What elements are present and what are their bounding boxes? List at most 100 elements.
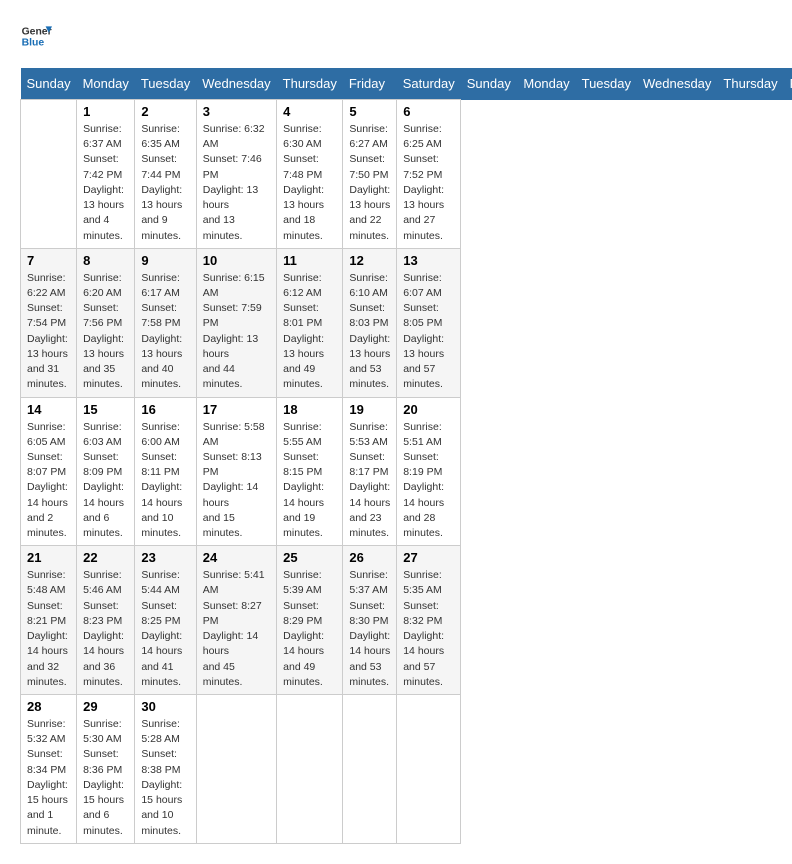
calendar-cell: 13 Sunrise: 6:07 AMSunset: 8:05 PMDayligh…: [397, 248, 461, 397]
calendar-cell: 29Sunrise: 5:30 AMSunset: 8:36 PMDayligh…: [77, 695, 135, 844]
calendar-cell: [343, 695, 397, 844]
day-number: 4: [283, 104, 336, 119]
calendar-cell: 28 Sunrise: 5:32 AMSunset: 8:34 PMDayligh…: [21, 695, 77, 844]
calendar-cell: 16 Sunrise: 6:00 AMSunset: 8:11 PMDayligh…: [135, 397, 196, 546]
day-info: Sunrise: 6:30 AMSunset: 7:48 PMDaylight:…: [283, 122, 336, 244]
day-info: Sunrise: 5:58 AMSunset: 8:13 PMDaylight:…: [203, 420, 270, 542]
day-info: Sunrise: 6:10 AMSunset: 8:03 PMDaylight:…: [349, 271, 390, 393]
week-row-1: 1 Sunrise: 6:37 AMSunset: 7:42 PMDaylight…: [21, 100, 792, 249]
day-info: Sunrise: 6:07 AMSunset: 8:05 PMDaylight:…: [403, 271, 454, 393]
calendar-cell: [21, 100, 77, 249]
calendar-cell: 6Sunrise: 6:25 AMSunset: 7:52 PMDaylight…: [397, 100, 461, 249]
calendar-cell: 7 Sunrise: 6:22 AMSunset: 7:54 PMDaylight…: [21, 248, 77, 397]
day-number: 2: [141, 104, 189, 119]
day-info: Sunrise: 6:22 AMSunset: 7:54 PMDaylight:…: [27, 271, 70, 393]
day-number: 15: [83, 402, 128, 417]
day-number: 19: [349, 402, 390, 417]
day-number: 7: [27, 253, 70, 268]
calendar-cell: 17 Sunrise: 5:58 AMSunset: 8:13 PMDayligh…: [196, 397, 276, 546]
day-info: Sunrise: 6:15 AMSunset: 7:59 PMDaylight:…: [203, 271, 270, 393]
logo-icon: General Blue: [20, 20, 52, 52]
calendar-cell: 5 Sunrise: 6:27 AMSunset: 7:50 PMDaylight…: [343, 100, 397, 249]
day-number: 25: [283, 550, 336, 565]
day-number: 5: [349, 104, 390, 119]
calendar-cell: 3Sunrise: 6:32 AMSunset: 7:46 PMDaylight…: [196, 100, 276, 249]
calendar-cell: 9 Sunrise: 6:17 AMSunset: 7:58 PMDaylight…: [135, 248, 196, 397]
day-number: 10: [203, 253, 270, 268]
col-header-wednesday: Wednesday: [637, 68, 717, 100]
calendar-cell: 2 Sunrise: 6:35 AMSunset: 7:44 PMDaylight…: [135, 100, 196, 249]
day-info: Sunrise: 5:39 AMSunset: 8:29 PMDaylight:…: [283, 568, 336, 690]
svg-text:Blue: Blue: [22, 38, 45, 49]
col-header-tuesday: Tuesday: [135, 68, 196, 100]
day-number: 22: [83, 550, 128, 565]
calendar-cell: 30 Sunrise: 5:28 AMSunset: 8:38 PMDayligh…: [135, 695, 196, 844]
calendar-table: SundayMondayTuesdayWednesdayThursdayFrid…: [20, 68, 792, 844]
col-header-saturday: Saturday: [397, 68, 461, 100]
day-info: Sunrise: 6:32 AMSunset: 7:46 PMDaylight:…: [203, 122, 270, 244]
calendar-cell: [397, 695, 461, 844]
week-row-5: 28 Sunrise: 5:32 AMSunset: 8:34 PMDayligh…: [21, 695, 792, 844]
day-info: Sunrise: 6:27 AMSunset: 7:50 PMDaylight:…: [349, 122, 390, 244]
day-info: Sunrise: 5:51 AMSunset: 8:19 PMDaylight:…: [403, 420, 454, 542]
col-header-thursday: Thursday: [717, 68, 783, 100]
day-number: 1: [83, 104, 128, 119]
week-row-4: 21 Sunrise: 5:48 AMSunset: 8:21 PMDayligh…: [21, 546, 792, 695]
day-info: Sunrise: 5:32 AMSunset: 8:34 PMDaylight:…: [27, 717, 70, 839]
day-number: 26: [349, 550, 390, 565]
week-row-2: 7 Sunrise: 6:22 AMSunset: 7:54 PMDaylight…: [21, 248, 792, 397]
day-info: Sunrise: 6:05 AMSunset: 8:07 PMDaylight:…: [27, 420, 70, 542]
day-info: Sunrise: 5:35 AMSunset: 8:32 PMDaylight:…: [403, 568, 454, 690]
day-number: 23: [141, 550, 189, 565]
col-header-tuesday: Tuesday: [576, 68, 637, 100]
calendar-cell: 1 Sunrise: 6:37 AMSunset: 7:42 PMDaylight…: [77, 100, 135, 249]
day-info: Sunrise: 6:03 AMSunset: 8:09 PMDaylight:…: [83, 420, 128, 542]
col-header-sunday: Sunday: [461, 68, 518, 100]
day-info: Sunrise: 5:46 AMSunset: 8:23 PMDaylight:…: [83, 568, 128, 690]
calendar-cell: 27Sunrise: 5:35 AMSunset: 8:32 PMDayligh…: [397, 546, 461, 695]
calendar-cell: 19Sunrise: 5:53 AMSunset: 8:17 PMDayligh…: [343, 397, 397, 546]
calendar-cell: 22 Sunrise: 5:46 AMSunset: 8:23 PMDayligh…: [77, 546, 135, 695]
day-info: Sunrise: 5:44 AMSunset: 8:25 PMDaylight:…: [141, 568, 189, 690]
day-number: 9: [141, 253, 189, 268]
day-info: Sunrise: 6:35 AMSunset: 7:44 PMDaylight:…: [141, 122, 189, 244]
col-header-friday: Friday: [784, 68, 792, 100]
calendar-cell: 20 Sunrise: 5:51 AMSunset: 8:19 PMDayligh…: [397, 397, 461, 546]
day-number: 16: [141, 402, 189, 417]
day-number: 13: [403, 253, 454, 268]
day-number: 21: [27, 550, 70, 565]
calendar-cell: 18Sunrise: 5:55 AMSunset: 8:15 PMDayligh…: [277, 397, 343, 546]
day-info: Sunrise: 5:28 AMSunset: 8:38 PMDaylight:…: [141, 717, 189, 839]
calendar-cell: 12 Sunrise: 6:10 AMSunset: 8:03 PMDayligh…: [343, 248, 397, 397]
calendar-cell: 8Sunrise: 6:20 AMSunset: 7:56 PMDaylight…: [77, 248, 135, 397]
day-number: 20: [403, 402, 454, 417]
day-number: 28: [27, 699, 70, 714]
calendar-cell: 11 Sunrise: 6:12 AMSunset: 8:01 PMDayligh…: [277, 248, 343, 397]
day-info: Sunrise: 6:12 AMSunset: 8:01 PMDaylight:…: [283, 271, 336, 393]
week-row-3: 14 Sunrise: 6:05 AMSunset: 8:07 PMDayligh…: [21, 397, 792, 546]
day-number: 18: [283, 402, 336, 417]
day-number: 30: [141, 699, 189, 714]
day-number: 14: [27, 402, 70, 417]
calendar-cell: 15 Sunrise: 6:03 AMSunset: 8:09 PMDayligh…: [77, 397, 135, 546]
day-info: Sunrise: 6:37 AMSunset: 7:42 PMDaylight:…: [83, 122, 128, 244]
day-number: 29: [83, 699, 128, 714]
calendar-cell: [277, 695, 343, 844]
calendar-cell: 26 Sunrise: 5:37 AMSunset: 8:30 PMDayligh…: [343, 546, 397, 695]
col-header-friday: Friday: [343, 68, 397, 100]
day-info: Sunrise: 6:17 AMSunset: 7:58 PMDaylight:…: [141, 271, 189, 393]
day-number: 17: [203, 402, 270, 417]
logo: General Blue: [20, 20, 52, 52]
day-number: 6: [403, 104, 454, 119]
day-info: Sunrise: 5:48 AMSunset: 8:21 PMDaylight:…: [27, 568, 70, 690]
day-info: Sunrise: 6:20 AMSunset: 7:56 PMDaylight:…: [83, 271, 128, 393]
day-number: 12: [349, 253, 390, 268]
day-number: 11: [283, 253, 336, 268]
calendar-cell: 23 Sunrise: 5:44 AMSunset: 8:25 PMDayligh…: [135, 546, 196, 695]
day-info: Sunrise: 5:37 AMSunset: 8:30 PMDaylight:…: [349, 568, 390, 690]
page-header: General Blue: [20, 20, 772, 52]
calendar-cell: 24Sunrise: 5:41 AMSunset: 8:27 PMDayligh…: [196, 546, 276, 695]
day-info: Sunrise: 6:00 AMSunset: 8:11 PMDaylight:…: [141, 420, 189, 542]
header-row: SundayMondayTuesdayWednesdayThursdayFrid…: [21, 68, 792, 100]
calendar-cell: 21 Sunrise: 5:48 AMSunset: 8:21 PMDayligh…: [21, 546, 77, 695]
